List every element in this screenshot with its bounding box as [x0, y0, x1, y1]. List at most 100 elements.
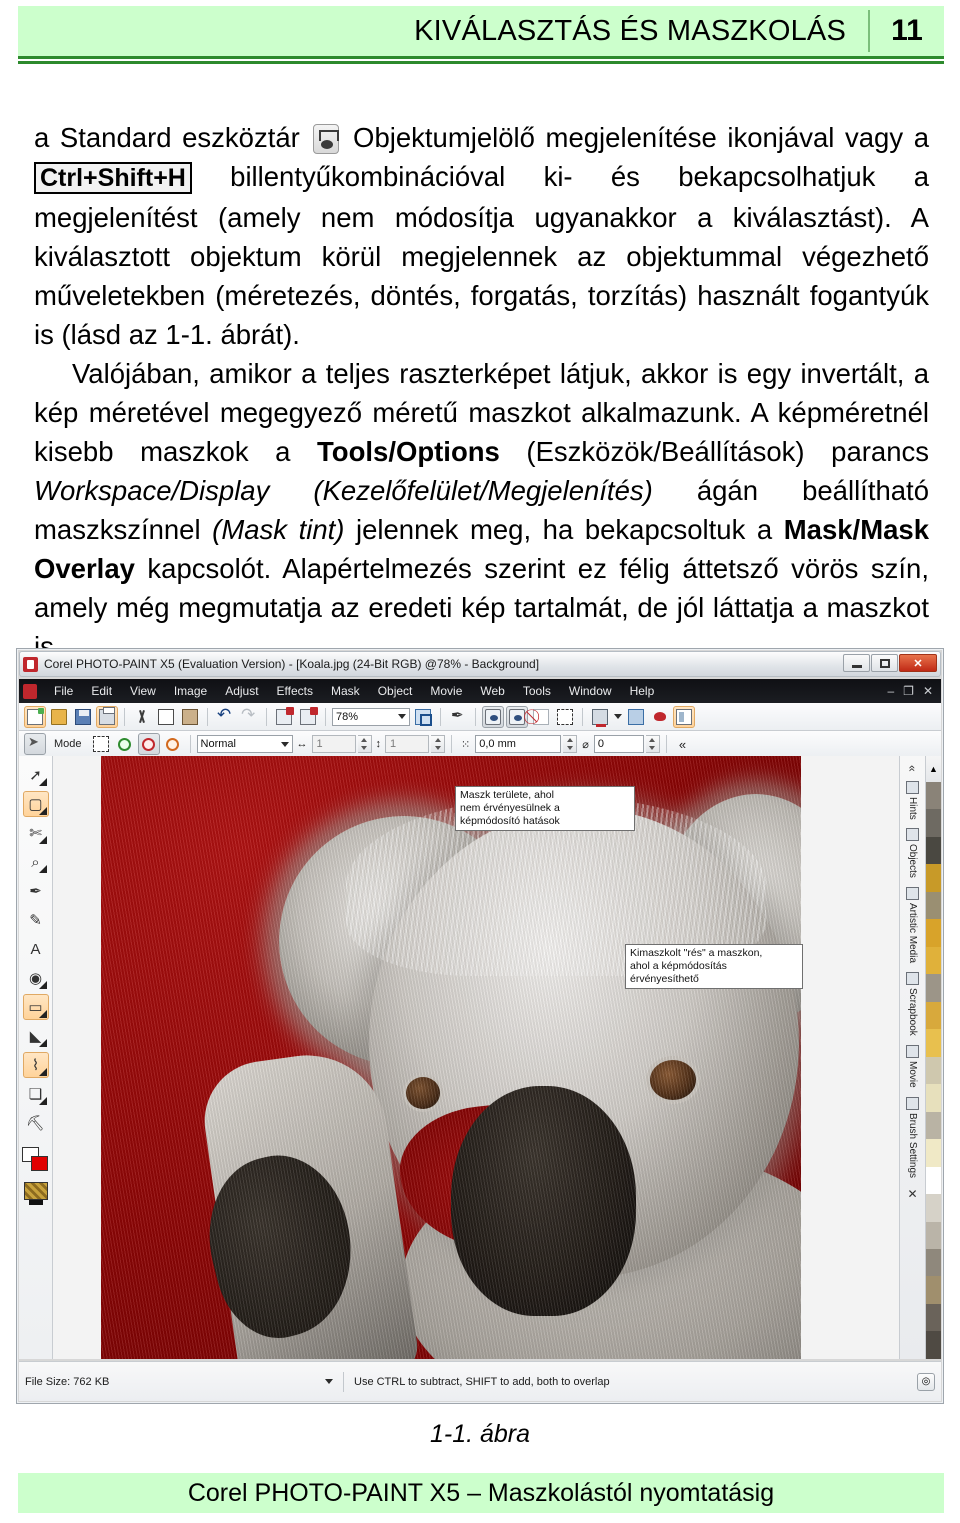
- open-icon[interactable]: [48, 706, 70, 728]
- palette-scroll-up-icon[interactable]: ▲: [926, 756, 941, 782]
- palette-swatch[interactable]: [926, 1029, 941, 1057]
- menu-item-help[interactable]: Help: [621, 682, 664, 700]
- angle-stepper[interactable]: [645, 735, 660, 753]
- menu-item-web[interactable]: Web: [471, 682, 513, 700]
- menu-item-tools[interactable]: Tools: [514, 682, 560, 700]
- mask-mode-combo[interactable]: Normal: [196, 735, 293, 753]
- object-transparency-tool[interactable]: ❏: [23, 1081, 49, 1107]
- palette-swatch[interactable]: [926, 891, 941, 920]
- copy-icon[interactable]: [155, 706, 177, 728]
- undo-icon[interactable]: [214, 705, 236, 728]
- zoom-level-combo[interactable]: 78%: [332, 707, 410, 726]
- import-icon[interactable]: [273, 706, 295, 728]
- status-dropdown-chevron-icon[interactable]: [325, 1379, 333, 1384]
- menu-item-object[interactable]: Object: [369, 682, 422, 700]
- mask-marquee-icon[interactable]: [506, 705, 528, 728]
- interactive-fill-tool[interactable]: ⌇: [22, 1052, 49, 1078]
- pick-tool[interactable]: ➚: [23, 762, 49, 788]
- export-icon[interactable]: [297, 706, 319, 728]
- menu-item-mask[interactable]: Mask: [322, 682, 369, 700]
- new-icon[interactable]: [24, 705, 46, 728]
- rectangle-mask-tool[interactable]: ▢: [22, 791, 49, 817]
- text-tool[interactable]: A: [23, 936, 49, 962]
- mask-mode-normal-icon[interactable]: [90, 733, 112, 755]
- docker-tab-hints[interactable]: Hints: [905, 778, 920, 823]
- docker-tab-scrapbook[interactable]: Scrapbook: [905, 969, 920, 1039]
- print-icon[interactable]: [96, 705, 118, 728]
- palette-swatch[interactable]: [926, 1139, 941, 1167]
- mask-mode-xor-icon[interactable]: [162, 733, 184, 755]
- palette-swatch[interactable]: [926, 836, 941, 865]
- docker-tab-artistic-media[interactable]: Artistic Media: [905, 884, 920, 966]
- palette-swatch[interactable]: [926, 1166, 941, 1195]
- feather-stepper[interactable]: [563, 735, 578, 753]
- mask-tool-options-icon[interactable]: [24, 733, 46, 755]
- redo-icon[interactable]: [238, 705, 260, 728]
- palette-swatch[interactable]: [926, 864, 941, 892]
- cut-icon[interactable]: [131, 706, 153, 728]
- doc-minimize-button[interactable]: –: [887, 684, 894, 698]
- doc-restore-button[interactable]: ❐: [903, 684, 914, 698]
- minimize-button[interactable]: [843, 654, 870, 672]
- palette-swatch[interactable]: [926, 782, 941, 810]
- menu-item-movie[interactable]: Movie: [421, 682, 471, 700]
- palette-swatch[interactable]: [926, 1056, 941, 1085]
- eyedropper-tool[interactable]: ✒: [23, 878, 49, 904]
- palette-swatch[interactable]: [926, 1303, 941, 1332]
- rectangle-shape-tool[interactable]: ▭: [22, 994, 49, 1020]
- palette-swatch[interactable]: [926, 974, 941, 1002]
- menu-item-adjust[interactable]: Adjust: [216, 682, 267, 700]
- remove-mask-icon[interactable]: [530, 706, 552, 728]
- palette-swatch[interactable]: [926, 1221, 941, 1249]
- palette-swatch[interactable]: [926, 919, 941, 947]
- close-button[interactable]: ✕: [899, 654, 937, 672]
- object-icon[interactable]: [649, 706, 671, 728]
- color-proof-icon[interactable]: ◎: [917, 1372, 935, 1391]
- docker-tab-objects[interactable]: Objects: [905, 825, 920, 881]
- brush-icon[interactable]: [447, 706, 469, 728]
- color-swatch[interactable]: [21, 1147, 50, 1173]
- docker-tab-brush-settings[interactable]: Brush Settings: [905, 1094, 920, 1181]
- mask-height-stepper[interactable]: [431, 735, 446, 753]
- palette-swatch[interactable]: [926, 1276, 941, 1304]
- mask-overlay-icon[interactable]: [482, 705, 504, 728]
- window-titlebar[interactable]: Corel PHOTO-PAINT X5 (Evaluation Version…: [19, 651, 941, 677]
- save-icon[interactable]: [72, 706, 94, 728]
- image-adjust-icon[interactable]: [625, 706, 647, 728]
- menu-item-image[interactable]: Image: [165, 682, 216, 700]
- full-screen-preview-icon[interactable]: [412, 706, 434, 728]
- fill-swatch[interactable]: [23, 1182, 48, 1205]
- palette-swatch[interactable]: [926, 1001, 941, 1030]
- menu-item-file[interactable]: File: [45, 682, 82, 700]
- zoom-tool[interactable]: ⌕: [23, 849, 49, 875]
- docker-icon[interactable]: [673, 705, 695, 728]
- display-flyout-chevron-icon[interactable]: [613, 706, 623, 728]
- red-eye-tool[interactable]: ◉: [23, 965, 49, 991]
- restore-button[interactable]: [871, 654, 898, 672]
- paste-icon[interactable]: [179, 706, 201, 728]
- color-palette[interactable]: ▲: [925, 756, 941, 1359]
- mask-height-input[interactable]: 1: [385, 735, 430, 753]
- document-menu-icon[interactable]: [23, 683, 37, 699]
- crop-tool[interactable]: ✄: [23, 820, 49, 846]
- image-canvas[interactable]: [101, 756, 801, 1359]
- docker-collapse-button[interactable]: «: [905, 762, 921, 775]
- mask-mode-subtractive-icon[interactable]: [137, 733, 160, 755]
- clone-tool[interactable]: ⛏: [23, 1110, 49, 1136]
- docker-tab-movie[interactable]: Movie: [905, 1042, 920, 1091]
- menu-item-effects[interactable]: Effects: [268, 682, 322, 700]
- palette-swatch[interactable]: [926, 1194, 941, 1222]
- collapse-chevron-icon[interactable]: «: [679, 737, 686, 752]
- menu-item-window[interactable]: Window: [560, 682, 621, 700]
- fill-tool[interactable]: ◣: [23, 1023, 49, 1049]
- palette-swatch[interactable]: [926, 1331, 941, 1359]
- mask-mode-additive-icon[interactable]: [114, 733, 136, 755]
- canvas-area[interactable]: [53, 756, 899, 1359]
- background-color-swatch[interactable]: [30, 1156, 48, 1171]
- palette-swatch[interactable]: [926, 1084, 941, 1112]
- palette-swatch[interactable]: [926, 1111, 941, 1140]
- angle-input[interactable]: 0: [593, 735, 644, 753]
- menu-item-view[interactable]: View: [121, 682, 165, 700]
- palette-swatch[interactable]: [926, 809, 941, 837]
- mask-dashed-icon[interactable]: [554, 706, 576, 728]
